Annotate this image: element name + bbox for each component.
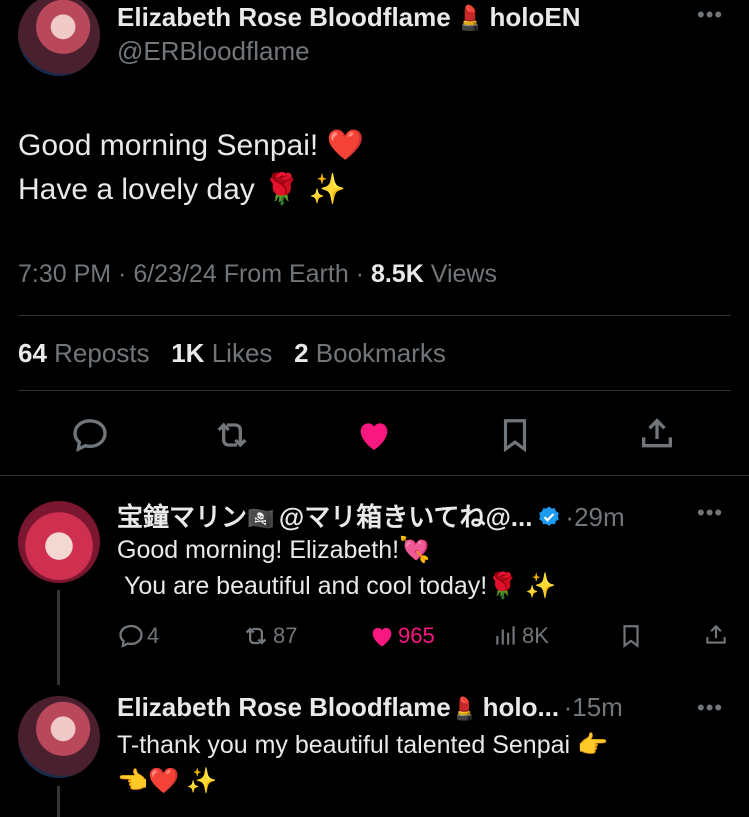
bookmarks-stat[interactable]: 2 Bookmarks <box>294 338 446 368</box>
reply-count: 4 <box>147 623 160 648</box>
verified-icon <box>539 506 559 526</box>
reply-author-avatar[interactable] <box>18 696 100 778</box>
share-icon[interactable] <box>637 413 677 455</box>
bookmark-icon[interactable] <box>496 415 534 455</box>
tweet-time[interactable]: 7:30 PM <box>18 260 111 288</box>
sparkles-emoji: ✨ <box>186 767 218 795</box>
tweet-text: Good morning Senpai! ❤️ Have a lovely da… <box>18 124 364 212</box>
more-icon[interactable]: ••• <box>697 500 723 526</box>
reply-text: T-thank you my beautiful talented Senpai… <box>117 727 608 799</box>
lipstick-emoji: 💄 <box>455 5 486 32</box>
author-name[interactable]: Elizabeth Rose Bloodflame <box>117 2 451 32</box>
more-icon[interactable]: ••• <box>697 695 723 721</box>
tweet-location: From Earth <box>223 260 349 288</box>
views-count: 8.5K <box>370 260 424 288</box>
more-icon[interactable]: ••• <box>697 2 723 28</box>
reply-author-suffix[interactable]: @マリ箱きいてね@... <box>279 502 533 532</box>
divider <box>0 475 749 476</box>
thread-line <box>57 786 60 817</box>
reply-header: Elizabeth Rose Bloodflame💄 holo... ·15m <box>117 692 623 722</box>
reply-author-name[interactable]: 宝鐘マリン <box>117 502 247 532</box>
views-label: Views <box>430 260 497 288</box>
divider <box>18 315 731 316</box>
tweet-date[interactable]: 6/23/24 <box>133 260 216 288</box>
like-icon[interactable] <box>353 415 395 455</box>
tweet-line-2: Have a lovely day <box>18 173 255 206</box>
bookmark-icon[interactable] <box>618 622 644 650</box>
pirate-flag-emoji: 🏴‍☠️ <box>247 506 275 531</box>
lipstick-emoji: 💄 <box>450 696 479 721</box>
heart-arrow-emoji: 💘 <box>399 536 431 564</box>
view-count: 8K <box>522 623 549 648</box>
reply-time[interactable]: 29m <box>574 502 625 532</box>
author-handle[interactable]: @ERBloodflame <box>117 36 310 67</box>
author-avatar[interactable] <box>18 0 100 76</box>
repost-count: 87 <box>273 623 298 648</box>
divider <box>18 390 731 391</box>
likes-stat[interactable]: 1K Likes <box>171 338 272 368</box>
reply-line-1: Good morning! Elizabeth! <box>117 536 400 564</box>
reply-author-name[interactable]: Elizabeth Rose Bloodflame <box>117 692 451 722</box>
rose-emoji: 🌹 <box>487 572 519 600</box>
rose-emoji: 🌹 <box>263 173 301 206</box>
engagement-stats: 64 Reposts 1K Likes 2 Bookmarks <box>18 338 446 369</box>
reply-author-suffix[interactable]: holo... <box>483 692 560 722</box>
reply-icon[interactable] <box>117 622 145 650</box>
reply-icon[interactable] <box>70 415 110 455</box>
tweet-line-1: Good morning Senpai! <box>18 129 319 162</box>
tweet-meta: 7:30 PM · 6/23/24 From Earth · 8.5K View… <box>18 260 497 288</box>
thread-line <box>57 590 60 685</box>
reply-header: 宝鐘マリン🏴‍☠️ @マリ箱きいてね@... ·29m <box>117 502 625 532</box>
heart-emoji: ❤️ <box>326 129 364 162</box>
pointing-left-emoji: 👈 <box>117 767 149 795</box>
reply-line-2: You are beautiful and cool today! <box>123 572 488 600</box>
repost-icon[interactable] <box>241 622 271 650</box>
sparkles-emoji: ✨ <box>308 173 347 206</box>
reposts-stat[interactable]: 64 Reposts <box>18 338 150 368</box>
sparkles-emoji: ✨ <box>525 572 557 600</box>
reply-line-1: T-thank you my beautiful talented Senpai <box>117 731 571 759</box>
author-name-row[interactable]: Elizabeth Rose Bloodflame 💄 holoEN <box>117 2 581 33</box>
like-icon[interactable] <box>367 622 397 650</box>
reply-time[interactable]: 15m <box>572 692 623 722</box>
pointing-right-emoji: 👉 <box>577 731 609 759</box>
reply-text: Good morning! Elizabeth!💘 You are beauti… <box>117 532 556 604</box>
like-count: 965 <box>398 623 435 648</box>
heart-emoji: ❤️ <box>148 767 180 795</box>
author-name-suffix[interactable]: holoEN <box>490 2 581 32</box>
views-icon[interactable] <box>493 623 519 649</box>
share-icon[interactable] <box>703 621 729 649</box>
repost-icon[interactable] <box>211 415 253 455</box>
reply-author-avatar[interactable] <box>18 501 100 583</box>
